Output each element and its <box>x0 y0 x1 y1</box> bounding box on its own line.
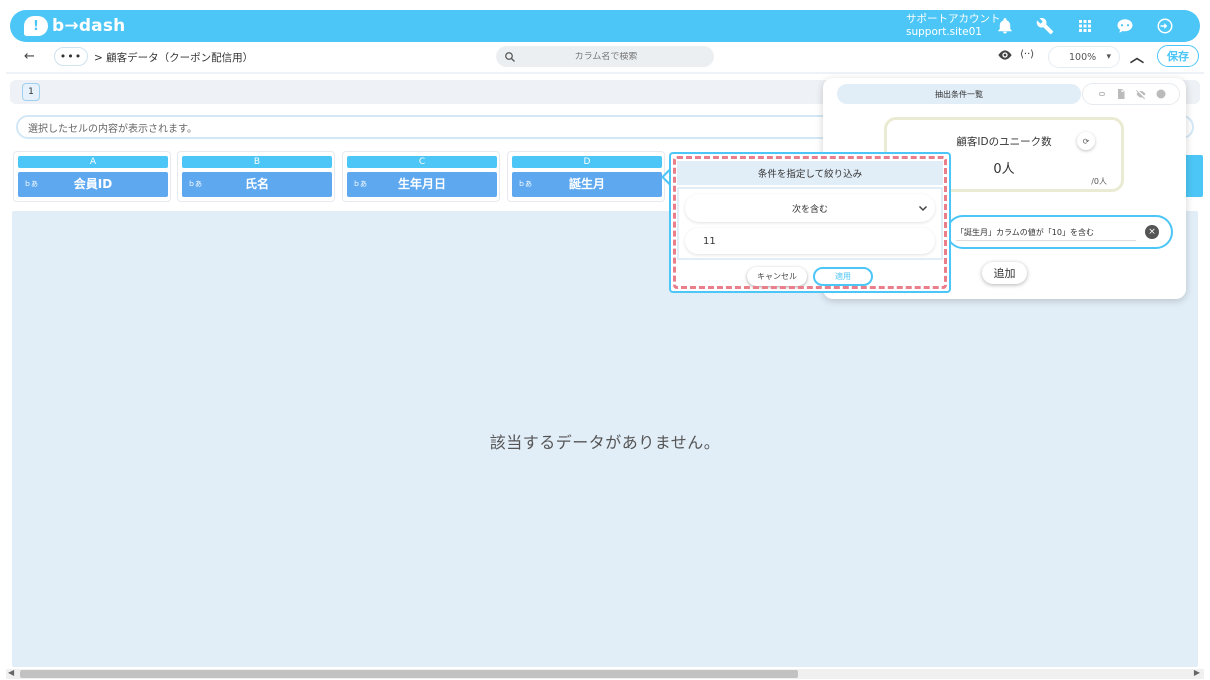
wrench-icon[interactable] <box>1034 15 1056 37</box>
chevron-down-icon: ▾ <box>1106 52 1111 62</box>
horizontal-scrollbar[interactable]: ◀ ▶ <box>6 668 1204 679</box>
settings-icon[interactable] <box>1155 88 1167 100</box>
extract-tools <box>1082 83 1180 105</box>
add-condition-button[interactable]: 追加 <box>982 262 1027 284</box>
text-type-icon: ｂあ <box>188 180 202 188</box>
empty-message: 該当するデータがありません。 <box>489 433 721 452</box>
text-type-icon: ｂあ <box>24 180 38 188</box>
column-name-label: 会員ID <box>73 177 113 191</box>
document-icon[interactable] <box>1115 88 1127 100</box>
column-header-partial[interactable] <box>1183 155 1203 197</box>
column-header-a[interactable]: A ｂあ 会員ID <box>13 151 171 202</box>
eye-off-icon[interactable] <box>1135 88 1147 100</box>
scroll-thumb[interactable] <box>20 670 798 678</box>
grid-icon[interactable] <box>1074 15 1096 37</box>
bell-icon[interactable] <box>994 15 1016 37</box>
save-button[interactable]: 保存 <box>1157 45 1199 67</box>
scroll-left-icon[interactable]: ◀ <box>8 668 14 677</box>
text-type-icon: ｂあ <box>518 180 532 188</box>
refresh-icon[interactable]: ⟳ <box>1077 132 1095 150</box>
filter-operator-select[interactable]: 次を含む <box>685 194 935 222</box>
account-id: support.site01 <box>906 26 982 38</box>
logo-text: b→dash <box>52 16 126 36</box>
filter-operator-value: 次を含む <box>791 204 828 215</box>
column-letter: A <box>18 156 168 168</box>
unique-count-total: /0人 <box>1091 177 1107 186</box>
column-name: ｂあ 会員ID <box>18 172 168 197</box>
logo[interactable]: ! b→dash <box>24 16 125 36</box>
eye-icon[interactable] <box>997 49 1013 61</box>
cancel-button[interactable]: キャンセル <box>747 267 807 286</box>
column-name: ｂあ 誕生月 <box>512 172 662 197</box>
logo-bubble-icon: ! <box>24 16 48 36</box>
more-button[interactable]: ••• <box>54 47 88 66</box>
condition-text: 「誕生月」カラムの値が「10」を含む <box>956 225 1136 241</box>
filter-popup: 条件を指定して絞り込み 次を含む キャンセル 適用 <box>669 152 951 293</box>
column-name-label: 誕生月 <box>568 177 605 191</box>
nav-row: ← ••• > 顧客データ（クーポン配信用） ⟨··⟩ 100% ▾ ︿ 保存 <box>10 44 1200 70</box>
account-info[interactable]: サポートアカウント support.site01 <box>906 13 1001 39</box>
scroll-right-icon[interactable]: ▶ <box>1194 668 1200 677</box>
zoom-select[interactable]: 100% ▾ <box>1048 46 1120 68</box>
apply-button[interactable]: 適用 <box>813 267 873 286</box>
chevron-down-icon <box>918 205 928 212</box>
back-arrow-icon[interactable]: ← <box>24 49 35 64</box>
breadcrumb: > 顧客データ（クーポン配信用） <box>94 52 254 64</box>
code-icon[interactable]: ⟨··⟩ <box>1020 49 1034 60</box>
collapse-up-icon[interactable]: ︿ <box>1130 47 1144 67</box>
column-header-b[interactable]: B ｂあ 氏名 <box>177 151 335 202</box>
column-letter: C <box>347 156 497 168</box>
sheet-tab-1[interactable]: 1 <box>22 83 40 101</box>
link-icon[interactable] <box>1095 88 1107 100</box>
column-header-d[interactable]: D ｂあ 誕生月 <box>507 151 665 202</box>
column-name: ｂあ 生年月日 <box>347 172 497 197</box>
chat-bot-icon[interactable] <box>1114 15 1136 37</box>
top-icons <box>994 15 1176 37</box>
extract-conditions-tab[interactable]: 抽出条件一覧 <box>837 84 1081 104</box>
filter-value-input[interactable] <box>685 228 935 254</box>
column-name-label: 生年月日 <box>397 177 446 191</box>
account-label: サポートアカウント <box>906 13 1001 25</box>
column-name: ｂあ 氏名 <box>182 172 332 197</box>
top-bar: ! b→dash サポートアカウント support.site01 <box>10 10 1200 42</box>
text-type-icon: ｂあ <box>353 180 367 188</box>
column-header-c[interactable]: C ｂあ 生年月日 <box>342 151 500 202</box>
column-search[interactable] <box>496 46 714 67</box>
zoom-value: 100% <box>1069 51 1097 63</box>
condition-chip[interactable]: 「誕生月」カラムの値が「10」を含む × <box>946 215 1173 249</box>
close-icon[interactable]: × <box>1145 225 1159 239</box>
column-letter: B <box>182 156 332 168</box>
divider <box>6 72 1204 74</box>
column-search-input[interactable] <box>516 51 696 62</box>
column-name-label: 氏名 <box>244 177 269 191</box>
search-icon <box>505 51 515 62</box>
column-letter: D <box>512 156 662 168</box>
filter-popup-title: 条件を指定して絞り込み <box>677 161 943 185</box>
logout-icon[interactable] <box>1154 15 1176 37</box>
